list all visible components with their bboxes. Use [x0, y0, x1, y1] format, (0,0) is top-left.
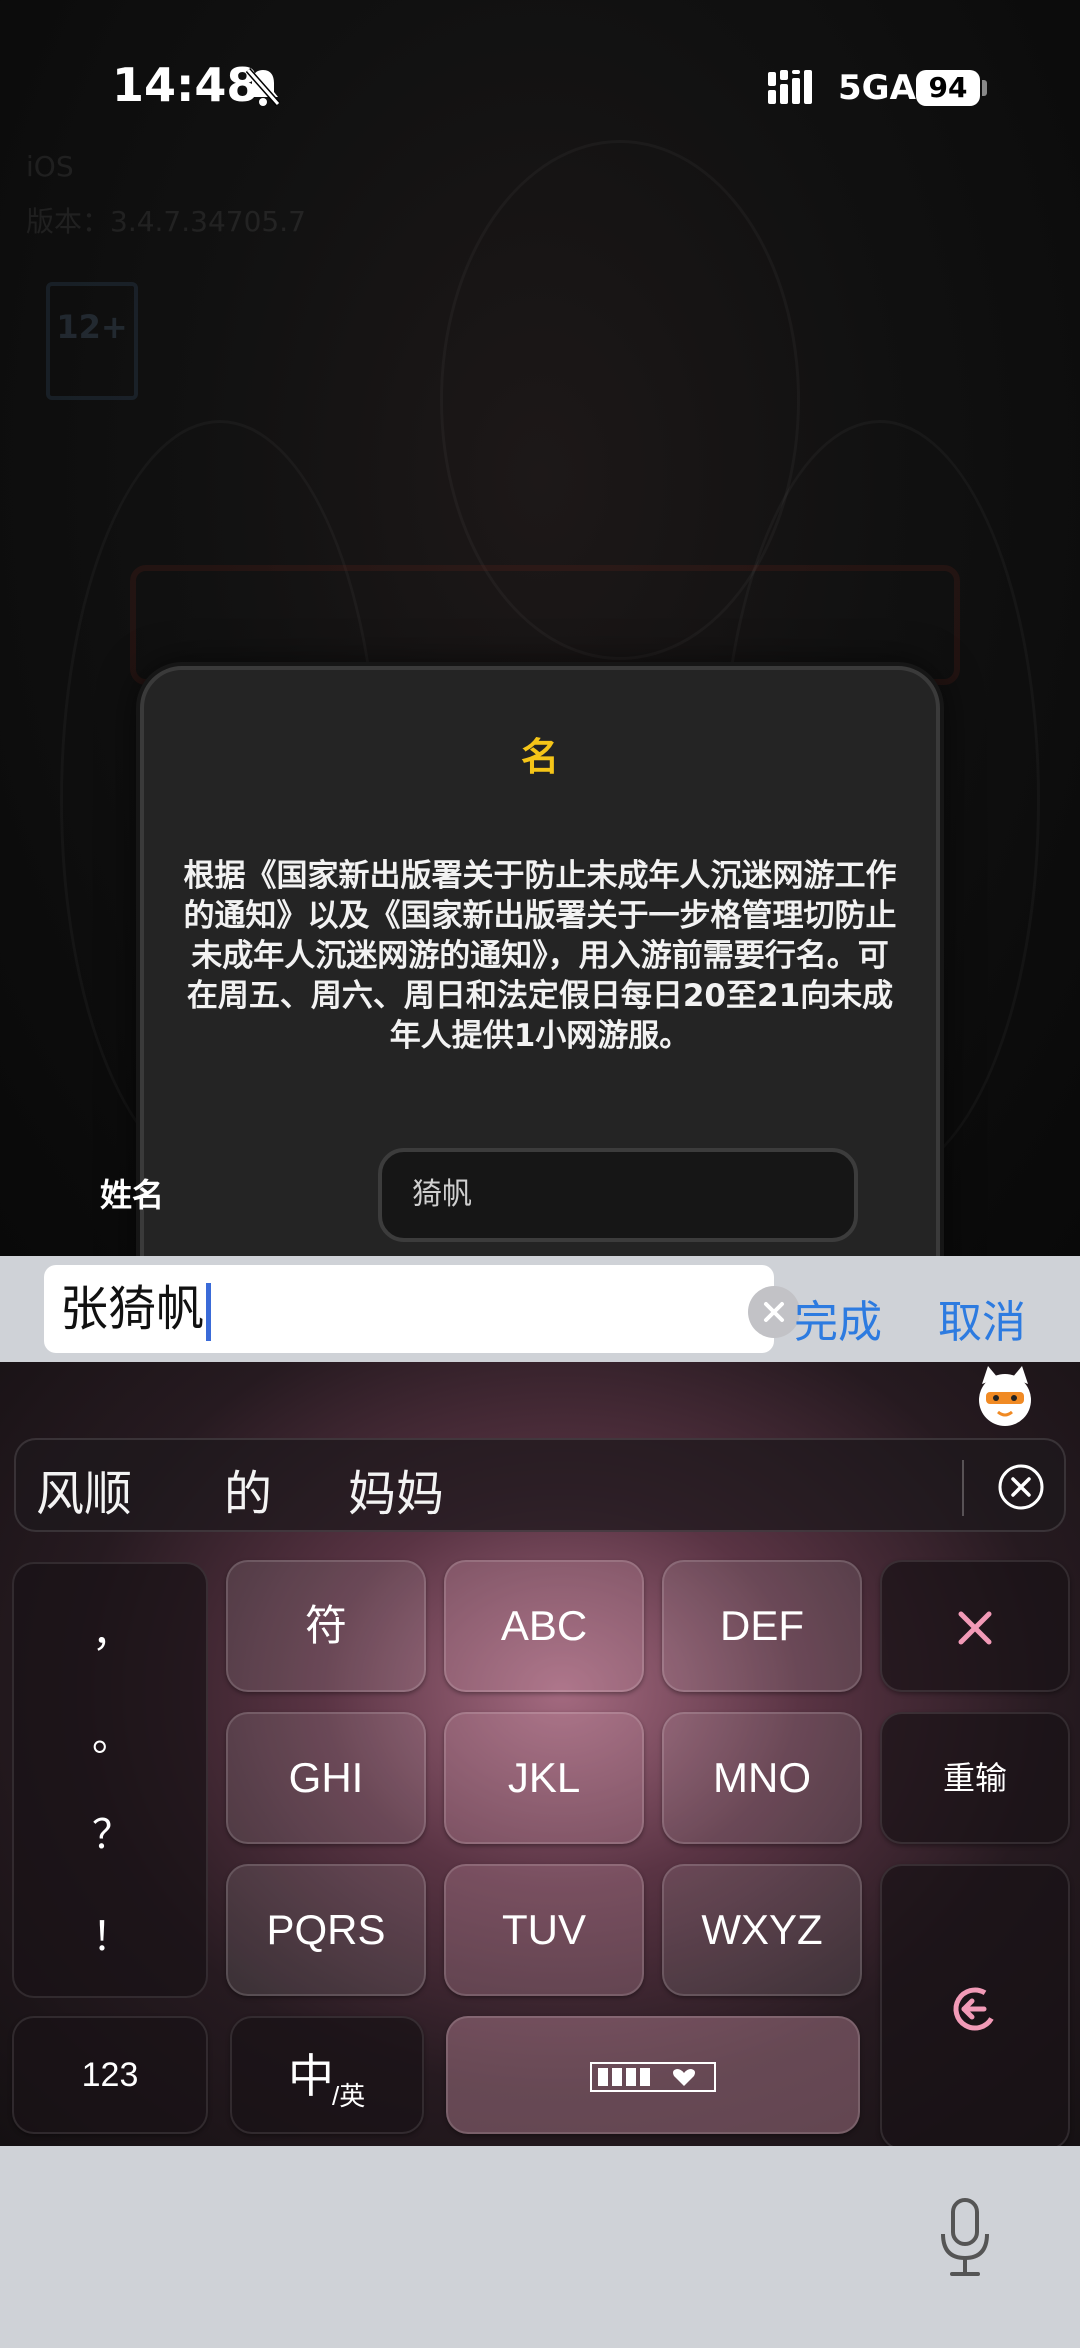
punctuation-key[interactable]: ， — [14, 1600, 210, 1658]
clear-icon — [764, 1302, 784, 1322]
key-abc[interactable]: ABC — [444, 1560, 644, 1692]
silent-bell-icon — [245, 68, 281, 106]
dialog-title: 名 — [520, 735, 559, 779]
battery-tip — [982, 80, 987, 96]
key-mno[interactable]: MNO — [662, 1712, 862, 1844]
key-def[interactable]: DEF — [662, 1560, 862, 1692]
name-input[interactable]: 猗帆 — [378, 1148, 858, 1242]
punctuation-key[interactable]: 。 — [14, 1704, 210, 1762]
clock: 14:48 — [112, 58, 259, 112]
punctuation-key[interactable]: ！ — [14, 1904, 210, 1962]
version-label: 版本：3.4.7.34705.7 — [26, 205, 306, 238]
language-switch-key[interactable]: 中 /英 — [230, 2016, 424, 2134]
candidate-word[interactable]: 的 — [224, 1454, 272, 1524]
done-button[interactable]: 完成 — [794, 1286, 882, 1350]
input-accessory-bar: 张猗帆 完成 取消 — [0, 1256, 1080, 1362]
clear-text-button[interactable] — [748, 1286, 800, 1338]
candidate-word[interactable]: 风顺 — [36, 1454, 132, 1524]
key-wxyz[interactable]: WXYZ — [662, 1864, 862, 1996]
text-field-value: 张猗帆 — [60, 1281, 205, 1337]
delete-key[interactable] — [880, 1560, 1070, 1692]
keyboard-text-field[interactable]: 张猗帆 — [44, 1265, 800, 1353]
language-sub-label: /英 — [332, 2081, 366, 2111]
microphone-icon[interactable] — [938, 2198, 992, 2278]
status-bar: 14:48 5GA 94 — [0, 0, 1080, 180]
battery-heart-icon — [590, 2062, 716, 2092]
candidate-bar: 风顺 的 妈妈 — [14, 1438, 1066, 1532]
cancel-button[interactable]: 取消 — [938, 1286, 1026, 1350]
punctuation-key[interactable]: ？ — [14, 1802, 210, 1860]
battery-icon: 94 — [916, 70, 980, 106]
dialog-notice-text: 根据《国家新出版署关于防止未成年人沉迷网游工作的通知》以及《国家新出版署关于一步… — [183, 858, 897, 1054]
key-tuv[interactable]: TUV — [444, 1864, 644, 1996]
enter-key[interactable] — [880, 1864, 1070, 2146]
language-main-label: 中 — [288, 2050, 334, 2102]
punctuation-column: ， 。 ？ ！ — [12, 1562, 208, 1998]
key-pqrs[interactable]: PQRS — [226, 1864, 426, 1996]
network-type: 5GA — [838, 68, 916, 108]
keyboard-bottom-bar — [0, 2146, 1080, 2348]
candidate-word[interactable]: 妈妈 — [348, 1454, 444, 1524]
numbers-key[interactable]: 123 — [12, 2016, 208, 2134]
signal-icon — [768, 70, 812, 104]
key-symbols[interactable]: 符 — [226, 1560, 426, 1692]
key-jkl[interactable]: JKL — [444, 1712, 644, 1844]
delete-icon — [958, 1611, 992, 1645]
enter-icon — [953, 1987, 997, 2031]
space-key[interactable] — [446, 2016, 860, 2134]
keyboard-mascot-icon[interactable] — [972, 1364, 1038, 1430]
candidate-divider — [962, 1460, 964, 1516]
close-candidates-icon[interactable] — [996, 1462, 1046, 1512]
keyboard: 风顺 的 妈妈 ， 。 ？ ！ 符 ABC DEF GHI JKL MNO 重输… — [0, 1362, 1080, 2146]
key-ghi[interactable]: GHI — [226, 1712, 426, 1844]
age-rating-badge: 12+ — [46, 282, 138, 400]
text-caret — [206, 1283, 212, 1341]
name-label: 姓名 — [100, 1176, 165, 1214]
retype-key[interactable]: 重输 — [880, 1712, 1070, 1844]
